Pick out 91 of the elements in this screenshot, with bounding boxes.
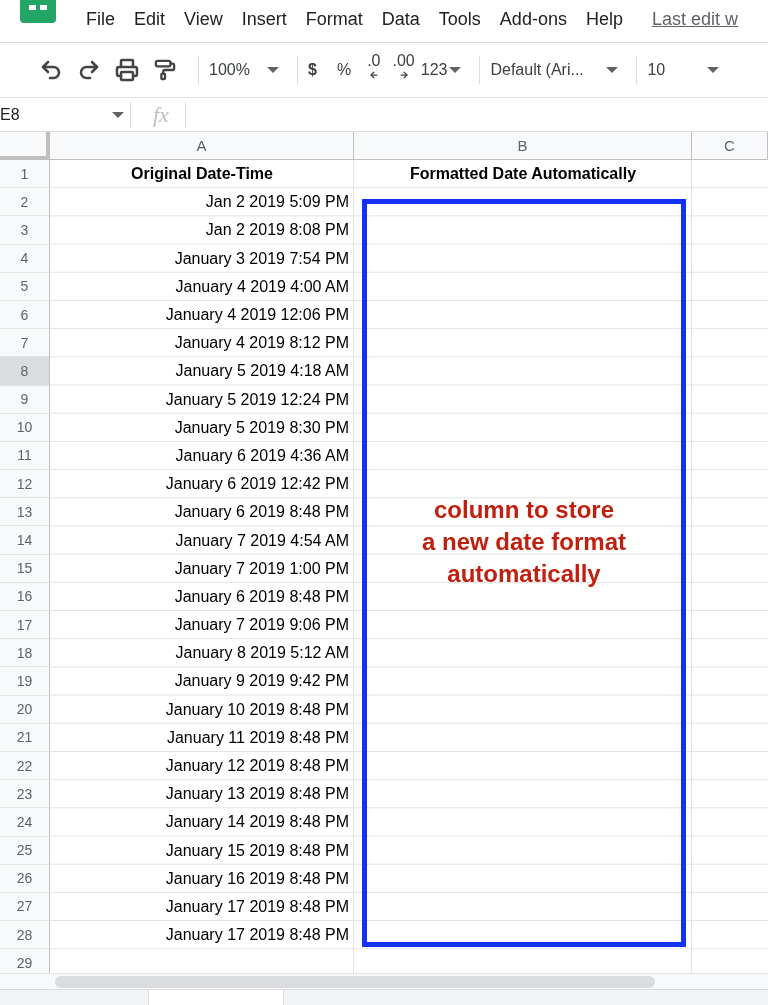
row-header[interactable]: 3 (0, 216, 50, 245)
row-header[interactable]: 9 (0, 385, 50, 414)
table-cell-text: January 7 2019 9:06 PM (173, 615, 350, 636)
caret-icon (606, 67, 619, 73)
annotation-text: column to store a new date format automatically (421, 495, 626, 589)
last-edit-link[interactable]: Last edit w (651, 0, 738, 30)
row-header[interactable]: 29 (0, 949, 50, 973)
menu-item[interactable]: Add-ons (499, 9, 567, 30)
table-cell-text: Jan 2 2019 8:08 PM (204, 220, 350, 241)
row-header[interactable]: 20 (0, 695, 50, 724)
table-cell-text: January 5 2019 12:24 PM (164, 389, 350, 410)
row-header[interactable]: 24 (0, 808, 50, 837)
table-cell-text: January 6 2019 8:48 PM (173, 586, 350, 607)
table-cell-text: January 16 2019 8:48 PM (164, 868, 350, 889)
table-cell-text: January 13 2019 8:48 PM (164, 784, 350, 805)
menu-item[interactable]: File (86, 9, 115, 30)
row-header[interactable]: 16 (0, 582, 50, 611)
row-header[interactable]: 12 (0, 470, 50, 499)
table-cell-text: January 4 2019 8:12 PM (173, 333, 350, 354)
row-header[interactable]: 27 (0, 892, 50, 922)
menu-item[interactable]: Tools (438, 9, 481, 30)
table-cell-text: Jan 2 2019 5:09 PM (204, 192, 350, 213)
table-cell-text: January 11 2019 8:48 PM (165, 727, 350, 748)
increase-decimals-button[interactable]: .00 (392, 52, 415, 88)
table-cell-text: January 5 2019 8:30 PM (173, 417, 350, 438)
table-cell-text: January 17 2019 8:48 PM (164, 925, 350, 946)
table-cell-text: January 6 2019 12:42 PM (164, 474, 350, 495)
row-header[interactable]: 5 (0, 272, 50, 301)
number-format-dropdown[interactable]: 123 (420, 55, 462, 85)
row-header[interactable]: 15 (0, 554, 50, 583)
menu-item[interactable]: Insert (241, 9, 287, 30)
arrow-right-icon (398, 70, 409, 80)
column-header[interactable]: A (50, 132, 354, 160)
scrollbar-thumb[interactable] (55, 975, 655, 988)
row-header[interactable]: 8 (0, 357, 50, 386)
column-header[interactable]: C (692, 132, 768, 160)
font-size-dropdown[interactable]: 10 (647, 55, 720, 85)
table-cell-text: January 14 2019 8:48 PM (164, 812, 350, 833)
function-label: fx (153, 101, 186, 128)
table-cell-text: Formatted Date Automatically (408, 164, 638, 185)
row-header[interactable]: 1 (0, 160, 50, 189)
caret-icon (112, 111, 124, 118)
table-cell-text: January 10 2019 8:48 PM (164, 699, 350, 720)
caret-icon (267, 67, 279, 73)
row-header[interactable]: 19 (0, 667, 50, 696)
sheets-logo-icon[interactable] (20, 0, 56, 23)
row-header[interactable]: 23 (0, 780, 50, 809)
row-header[interactable]: 10 (0, 413, 50, 442)
percent-button[interactable]: % (336, 55, 352, 85)
table-cell-text: January 12 2019 8:48 PM (164, 756, 350, 777)
table-cell-text: January 17 2019 8:48 PM (164, 896, 350, 917)
row-header[interactable]: 18 (0, 639, 50, 668)
table-cell-text: January 4 2019 4:00 AM (174, 276, 350, 297)
arrow-left-icon (368, 70, 379, 80)
column-header[interactable]: B (354, 132, 692, 160)
font-dropdown[interactable]: Default (Ari... (490, 55, 619, 85)
caret-icon (707, 67, 720, 73)
menu-item[interactable]: View (184, 9, 223, 30)
table-cell-text: January 8 2019 5:12 AM (174, 643, 350, 664)
row-header[interactable]: 17 (0, 611, 50, 640)
row-header[interactable]: 25 (0, 836, 50, 865)
menu-item[interactable]: Data (381, 9, 420, 30)
decrease-decimals-button[interactable]: .0 (367, 52, 381, 88)
row-header[interactable]: 4 (0, 244, 50, 273)
row-header[interactable]: 26 (0, 864, 50, 893)
row-header[interactable]: 6 (0, 300, 50, 330)
menu-item[interactable]: Help (585, 9, 623, 30)
currency-button[interactable]: $ (308, 55, 317, 85)
row-header[interactable]: 7 (0, 329, 50, 358)
table-cell-text: January 3 2019 7:54 PM (173, 248, 350, 269)
caret-icon (449, 67, 462, 73)
row-header[interactable]: 22 (0, 751, 50, 781)
row-header[interactable]: 2 (0, 188, 50, 217)
row-header[interactable]: 13 (0, 498, 50, 527)
table-cell-text: January 5 2019 4:18 AM (174, 361, 350, 382)
table-cell-text: January 6 2019 8:48 PM (173, 502, 350, 523)
table-cell-text: January 7 2019 4:54 AM (174, 530, 350, 551)
row-header[interactable]: 28 (0, 921, 50, 950)
table-cell-text: January 7 2019 1:00 PM (173, 558, 350, 579)
row-header[interactable]: 21 (0, 723, 50, 752)
table-cell-text: January 9 2019 9:42 PM (173, 671, 350, 692)
row-header[interactable]: 11 (0, 441, 50, 471)
table-cell-text: January 6 2019 4:36 AM (174, 445, 350, 466)
menu-item[interactable]: Edit (134, 9, 166, 30)
table-cell-text: Original Date-Time (130, 164, 274, 185)
table-cell-text: January 4 2019 12:06 PM (164, 305, 350, 326)
menu-item[interactable]: Format (305, 9, 363, 30)
row-header[interactable]: 14 (0, 526, 50, 555)
table-cell-text: January 15 2019 8:48 PM (164, 840, 350, 861)
name-box[interactable]: E8 (0, 101, 131, 128)
zoom-dropdown[interactable]: 100% (209, 55, 279, 85)
